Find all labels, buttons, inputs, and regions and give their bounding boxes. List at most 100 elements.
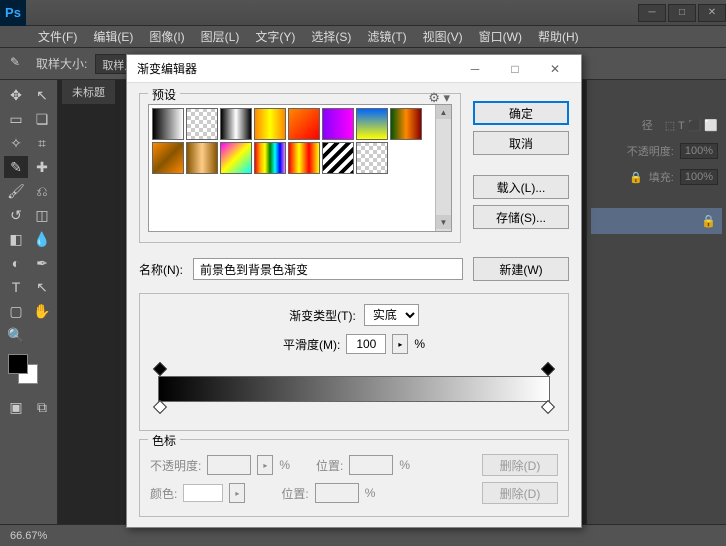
- tab-paths[interactable]: 径: [642, 117, 653, 133]
- move-tool[interactable]: ✥: [4, 84, 28, 106]
- preset-9[interactable]: [186, 142, 218, 174]
- new-button[interactable]: 新建(W): [473, 257, 569, 281]
- delete-opacity-stop-button: 删除(D): [482, 454, 558, 476]
- brush-tool[interactable]: 🖌: [4, 180, 28, 202]
- save-button[interactable]: 存储(S)...: [473, 205, 569, 229]
- gradient-bar[interactable]: [158, 376, 550, 402]
- load-button[interactable]: 载入(L)...: [473, 175, 569, 199]
- close-button[interactable]: ✕: [698, 4, 726, 22]
- preset-4[interactable]: [288, 108, 320, 140]
- eyedropper-icon: ✎: [10, 55, 28, 73]
- foreground-swatch[interactable]: [8, 354, 28, 374]
- type-tool[interactable]: T: [4, 276, 28, 298]
- heal-tool[interactable]: ✚: [30, 156, 54, 178]
- menu-帮助(H)[interactable]: 帮助(H): [530, 28, 587, 45]
- wand-tool[interactable]: ✧: [4, 132, 28, 154]
- eyedropper-tool[interactable]: ✎: [4, 156, 28, 178]
- gradient-tool[interactable]: ◧: [4, 228, 28, 250]
- menu-编辑(E)[interactable]: 编辑(E): [85, 28, 141, 45]
- ok-button[interactable]: 确定: [473, 101, 569, 125]
- menu-选择(S)[interactable]: 选择(S): [303, 28, 359, 45]
- maximize-button[interactable]: □: [668, 4, 696, 22]
- preset-2[interactable]: [220, 108, 252, 140]
- preset-10[interactable]: [220, 142, 252, 174]
- dodge-tool[interactable]: ◐: [4, 252, 28, 274]
- preset-12[interactable]: [288, 142, 320, 174]
- preset-0[interactable]: [152, 108, 184, 140]
- history-tool[interactable]: ↺: [4, 204, 28, 226]
- cancel-button[interactable]: 取消: [473, 131, 569, 155]
- name-input[interactable]: [193, 258, 463, 280]
- gradient-type-select[interactable]: 实底: [364, 304, 419, 326]
- color-stop-right[interactable]: [541, 400, 555, 414]
- preset-3[interactable]: [254, 108, 286, 140]
- preset-7[interactable]: [390, 108, 422, 140]
- dialog-max-button[interactable]: □: [499, 59, 531, 79]
- pen-tool[interactable]: ✒: [30, 252, 54, 274]
- opacity-stop-left[interactable]: [153, 362, 167, 376]
- smoothness-label: 平滑度(M):: [283, 336, 340, 353]
- layer-item[interactable]: 🔒: [591, 208, 722, 234]
- marquee-tool[interactable]: ▭: [4, 108, 28, 130]
- menu-图像(I)[interactable]: 图像(I): [141, 28, 192, 45]
- lasso-tool[interactable]: ❏: [30, 108, 54, 130]
- color-stop-left[interactable]: [153, 400, 167, 414]
- stamp-tool[interactable]: ⎌: [30, 180, 54, 202]
- preset-8[interactable]: [152, 142, 184, 174]
- type-icon[interactable]: ⬚ T ⬛ ⬜: [665, 119, 718, 132]
- dialog-title: 渐变编辑器: [137, 60, 197, 77]
- delete-color-stop-button: 删除(D): [482, 482, 558, 504]
- preset-6[interactable]: [356, 108, 388, 140]
- opacity-value[interactable]: 100%: [680, 143, 718, 159]
- document-tab[interactable]: 未标题: [62, 80, 115, 104]
- menu-视图(V)[interactable]: 视图(V): [415, 28, 471, 45]
- quickmask-tool[interactable]: ▣: [4, 396, 28, 418]
- dialog-titlebar[interactable]: 渐变编辑器 ─ □ ✕: [127, 55, 581, 83]
- right-panels: 径 ⬚ T ⬛ ⬜ 不透明度: 100% 🔒 填充: 100% 🔒: [586, 80, 726, 524]
- name-label: 名称(N):: [139, 261, 183, 278]
- window-buttons: ─ □ ✕: [636, 4, 726, 22]
- minimize-button[interactable]: ─: [638, 4, 666, 22]
- dialog-close-button[interactable]: ✕: [539, 59, 571, 79]
- color-swatches[interactable]: [4, 354, 53, 390]
- stops-label: 色标: [148, 432, 180, 449]
- zoom-level[interactable]: 66.67%: [10, 530, 47, 542]
- path-tool[interactable]: ↖: [30, 276, 54, 298]
- gradient-bar-editor[interactable]: [152, 362, 556, 416]
- window-titlebar: Ps ─ □ ✕: [0, 0, 726, 26]
- stop-pos-label-1: 位置:: [316, 457, 343, 474]
- dialog-min-button[interactable]: ─: [459, 59, 491, 79]
- smoothness-arrow[interactable]: ▸: [392, 334, 408, 354]
- eraser-tool[interactable]: ◫: [30, 204, 54, 226]
- preset-1[interactable]: [186, 108, 218, 140]
- preset-11[interactable]: [254, 142, 286, 174]
- blur-tool[interactable]: 💧: [30, 228, 54, 250]
- menu-图层(L)[interactable]: 图层(L): [193, 28, 248, 45]
- preset-13[interactable]: [322, 142, 354, 174]
- select-tool[interactable]: ↖: [30, 84, 54, 106]
- opacity-stop-right[interactable]: [541, 362, 555, 376]
- app-logo: Ps: [0, 0, 26, 26]
- preset-5[interactable]: [322, 108, 354, 140]
- preset-14[interactable]: [356, 142, 388, 174]
- stop-pos-input-1: [349, 455, 393, 475]
- stop-pos-label-2: 位置:: [281, 485, 308, 502]
- menu-文字(Y)[interactable]: 文字(Y): [247, 28, 303, 45]
- presets-label: 预设: [148, 86, 180, 103]
- presets-scrollbar[interactable]: ▲ ▼: [435, 105, 451, 231]
- menu-文件(F)[interactable]: 文件(F): [30, 28, 85, 45]
- fill-value[interactable]: 100%: [680, 169, 718, 185]
- shape-tool[interactable]: ▢: [4, 300, 28, 322]
- hand-tool[interactable]: ✋: [30, 300, 54, 322]
- menu-窗口(W)[interactable]: 窗口(W): [471, 28, 530, 45]
- smoothness-input[interactable]: [346, 334, 386, 354]
- opacity-label: 不透明度:: [627, 143, 674, 159]
- sample-size-label: 取样大小:: [36, 55, 87, 72]
- stop-opacity-arrow: ▸: [257, 455, 273, 475]
- menu-滤镜(T)[interactable]: 滤镜(T): [359, 28, 414, 45]
- crop-tool[interactable]: ⌗: [30, 132, 54, 154]
- zoom-tool[interactable]: 🔍: [4, 324, 28, 346]
- layer-lock-icon: 🔒: [701, 214, 716, 228]
- lock-icon[interactable]: 🔒: [629, 171, 643, 184]
- screen-mode-tool[interactable]: ⧉: [30, 396, 54, 418]
